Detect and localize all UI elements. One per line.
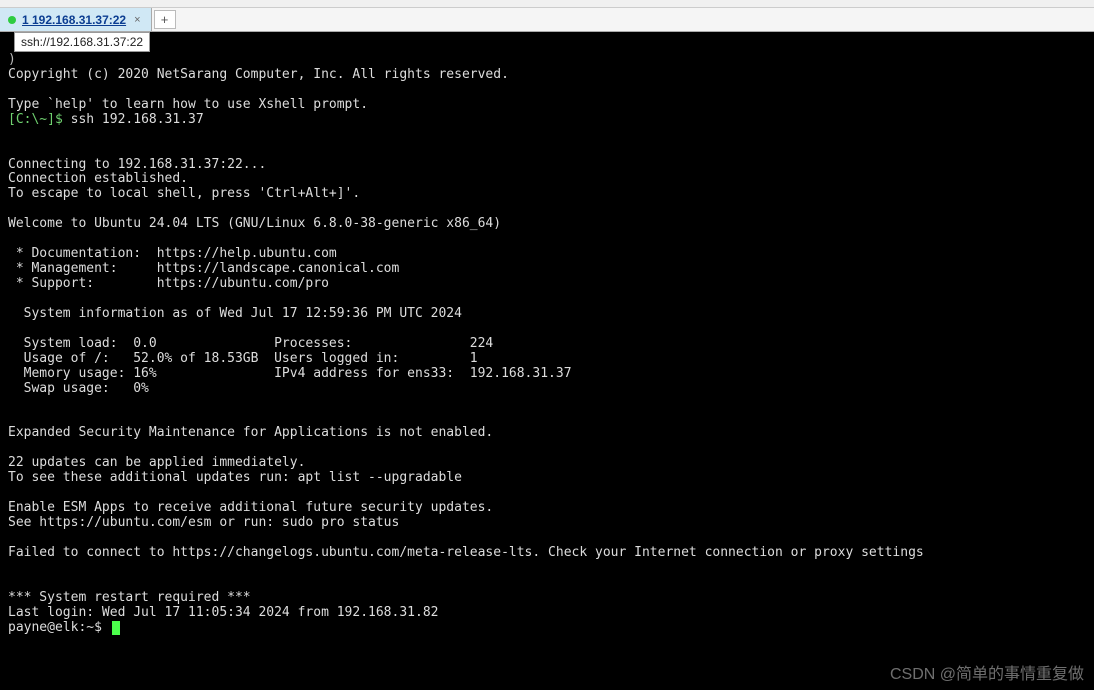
tab-title: 1 192.168.31.37:22 [22,13,126,27]
terminal-line: Swap usage: 0% [8,381,149,396]
cursor-icon [112,621,120,635]
terminal-line: Usage of /: 52.0% of 18.53GB Users logge… [8,351,478,366]
tab-bar: 1 192.168.31.37:22 × + [0,8,1094,32]
terminal-line: Memory usage: 16% IPv4 address for ens33… [8,366,572,381]
terminal-line: Type `help' to learn how to use Xshell p… [8,97,368,112]
terminal-line: To see these additional updates run: apt… [8,470,462,485]
window-top-chrome [0,0,1094,8]
terminal-line: Welcome to Ubuntu 24.04 LTS (GNU/Linux 6… [8,216,501,231]
terminal-line: Expanded Security Maintenance for Applic… [8,425,493,440]
tab-tooltip: ssh://192.168.31.37:22 [14,32,150,52]
terminal-line: Enable ESM Apps to receive additional fu… [8,500,493,515]
connection-status-dot-icon [8,16,16,24]
terminal-line: Copyright (c) 2020 NetSarang Computer, I… [8,67,509,82]
local-prompt: [C:\~]$ [8,112,63,127]
terminal-line: * Management: https://landscape.canonica… [8,261,399,276]
terminal-line: Last login: Wed Jul 17 11:05:34 2024 fro… [8,605,438,620]
terminal-line: System information as of Wed Jul 17 12:5… [8,306,462,321]
add-tab-button[interactable]: + [154,10,176,29]
watermark: CSDN @简单的事情重复做 [890,666,1084,684]
terminal-line: Failed to connect to https://changelogs.… [8,545,924,560]
terminal-line: To escape to local shell, press 'Ctrl+Al… [8,186,360,201]
terminal-line: Connecting to 192.168.31.37:22... [8,157,266,172]
ssh-command: ssh 192.168.31.37 [63,112,204,127]
terminal-line: * Support: https://ubuntu.com/pro [8,276,329,291]
terminal-line: ) [8,52,16,67]
terminal-line: System load: 0.0 Processes: 224 [8,336,493,351]
terminal-line: See https://ubuntu.com/esm or run: sudo … [8,515,399,530]
terminal-line: *** System restart required *** [8,590,251,605]
terminal-line: * Documentation: https://help.ubuntu.com [8,246,337,261]
session-tab[interactable]: 1 192.168.31.37:22 × [0,8,152,31]
close-tab-button[interactable]: × [132,14,142,26]
terminal-line: 22 updates can be applied immediately. [8,455,305,470]
shell-prompt: payne@elk:~$ [8,620,110,635]
terminal-line: Connection established. [8,171,188,186]
terminal-output[interactable]: ) Copyright (c) 2020 NetSarang Computer,… [0,32,1094,690]
